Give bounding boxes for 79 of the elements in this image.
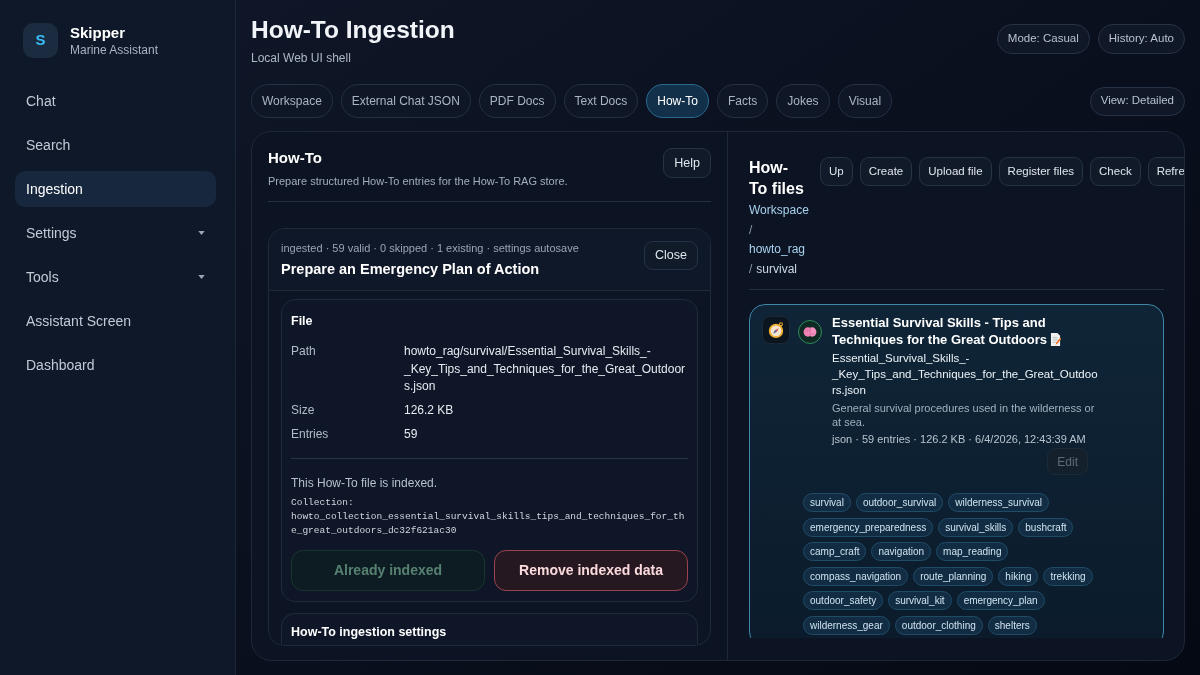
toolbar-button[interactable]: Create	[859, 157, 913, 186]
sidebar-item[interactable]: Tools	[15, 259, 216, 295]
tag: map_reading	[936, 542, 1009, 561]
section-title: How-To	[268, 148, 323, 168]
toolbar-button[interactable]: Register files	[998, 157, 1084, 186]
tag: wilderness_gear	[803, 615, 890, 635]
field-label: Size	[291, 402, 316, 419]
sidebar-item[interactable]: Dashboard	[15, 347, 216, 383]
tab[interactable]: Workspace	[251, 84, 333, 118]
tag: outdoor_clothing	[894, 615, 983, 635]
ingest-status: ingested · 59 valid · 0 skipped · 1 existing · settings autosave	[281, 241, 579, 256]
tab[interactable]: Text Docs	[563, 84, 639, 118]
brain-icon	[798, 320, 822, 344]
tag: wilderness_survival	[948, 493, 1049, 512]
app-logo: S	[23, 23, 58, 58]
remove-button[interactable]: Remove indexed data	[494, 549, 688, 591]
section-title: How-To files	[749, 158, 805, 199]
file-meta: json · 59 entries · 126.2 KB · 6/4/2026, 12:43:39 AM	[832, 432, 1087, 447]
tag: compass_navigation	[803, 566, 909, 586]
breadcrumb-separator: /	[749, 260, 753, 278]
tab[interactable]: How-To	[646, 84, 709, 118]
compass-icon	[762, 316, 790, 344]
field-label: Path	[291, 343, 317, 360]
breadcrumb-separator: /	[749, 221, 753, 239]
tag: outdoor_survival	[855, 493, 944, 512]
toggle-button[interactable]: Mode: Casual	[996, 24, 1090, 54]
field-value: 126.2 KB	[404, 402, 455, 419]
breadcrumb-link[interactable]: Workspace	[749, 201, 809, 221]
field-value: howto_rag/survival/Essential_Survival_Skills_-_Key_Tips_and_Techniques_for_the_Great_Outdoors.json	[404, 343, 687, 395]
sidebar-item[interactable]: Search	[15, 127, 216, 163]
collection-name: Collection: howto_collection_essential_survival_skills_tips_and_techniques_for_the_great_outdoors_dc32f621ac30	[291, 495, 686, 538]
sidebar-item[interactable]: Ingestion	[15, 171, 216, 207]
page-title: How-To Ingestion	[251, 15, 455, 45]
view-toggle-button[interactable]: View: Detailed	[1089, 86, 1185, 116]
tag: route_planning	[913, 566, 994, 586]
close-button[interactable]: Close	[644, 241, 698, 270]
tag: bushcraft	[1018, 517, 1074, 537]
file-name: Essential_Survival_Skills_-_Key_Tips_and_Techniques_for_the_Great_Outdoors.json	[832, 351, 1099, 398]
card-heading: How-To ingestion settings	[291, 623, 448, 641]
sidebar-item[interactable]: Chat	[15, 83, 216, 119]
file-description: General survival procedures used in the wilderness or at sea.	[832, 401, 1096, 429]
tag: navigation	[871, 542, 932, 561]
tab[interactable]: PDF Docs	[478, 84, 556, 118]
file-title: Essential Survival Skills - Tips and Techniques for the Great Outdoors	[832, 314, 1100, 348]
index-status: This How-To file is indexed.	[291, 474, 439, 492]
help-button[interactable]: Help	[663, 148, 711, 178]
file-card[interactable]	[749, 304, 1164, 638]
tag: emergency_plan	[956, 591, 1045, 610]
tag: shelters	[987, 615, 1037, 635]
sidebar-item[interactable]: Assistant Screen	[15, 303, 216, 339]
tab[interactable]: Jokes	[776, 84, 830, 118]
tag: outdoor_safety	[803, 591, 884, 610]
toolbar-button[interactable]: Up	[820, 157, 853, 186]
toggle-button[interactable]: History: Auto	[1097, 24, 1185, 54]
toolbar-button[interactable]: Upload file	[919, 157, 992, 186]
toolbar-button[interactable]: Check	[1090, 157, 1141, 186]
tag: survival	[803, 493, 851, 512]
tab[interactable]: Facts	[716, 84, 769, 118]
tag: survival_kit	[888, 591, 952, 610]
tag: camp_craft	[803, 542, 867, 561]
page-subtitle: Local Web UI shell	[251, 50, 352, 66]
app-name: Skipper	[70, 23, 127, 42]
tab[interactable]: External Chat JSON	[340, 84, 471, 118]
tag: trekking	[1043, 566, 1093, 586]
entry-title: Prepare an Emergency Plan of Action	[281, 260, 541, 279]
tag: hiking	[998, 566, 1039, 586]
memo-icon	[1050, 333, 1061, 346]
field-value: 59	[404, 426, 419, 443]
tab[interactable]: Visual	[837, 84, 893, 118]
breadcrumb-link[interactable]: howto_rag	[749, 240, 806, 260]
app-subtitle: Marine Assistant	[70, 41, 159, 58]
breadcrumb-current: survival	[756, 260, 798, 278]
card-heading: File	[291, 313, 314, 330]
toolbar-button[interactable]: Refre	[1147, 157, 1184, 186]
field-label: Entries	[291, 426, 330, 443]
tag: emergency_preparedness	[803, 517, 934, 537]
section-description: Prepare structured How-To entries for the How-To RAG store.	[268, 174, 568, 189]
tag: survival_skills	[938, 517, 1014, 537]
sidebar-item[interactable]: Settings	[15, 215, 216, 251]
